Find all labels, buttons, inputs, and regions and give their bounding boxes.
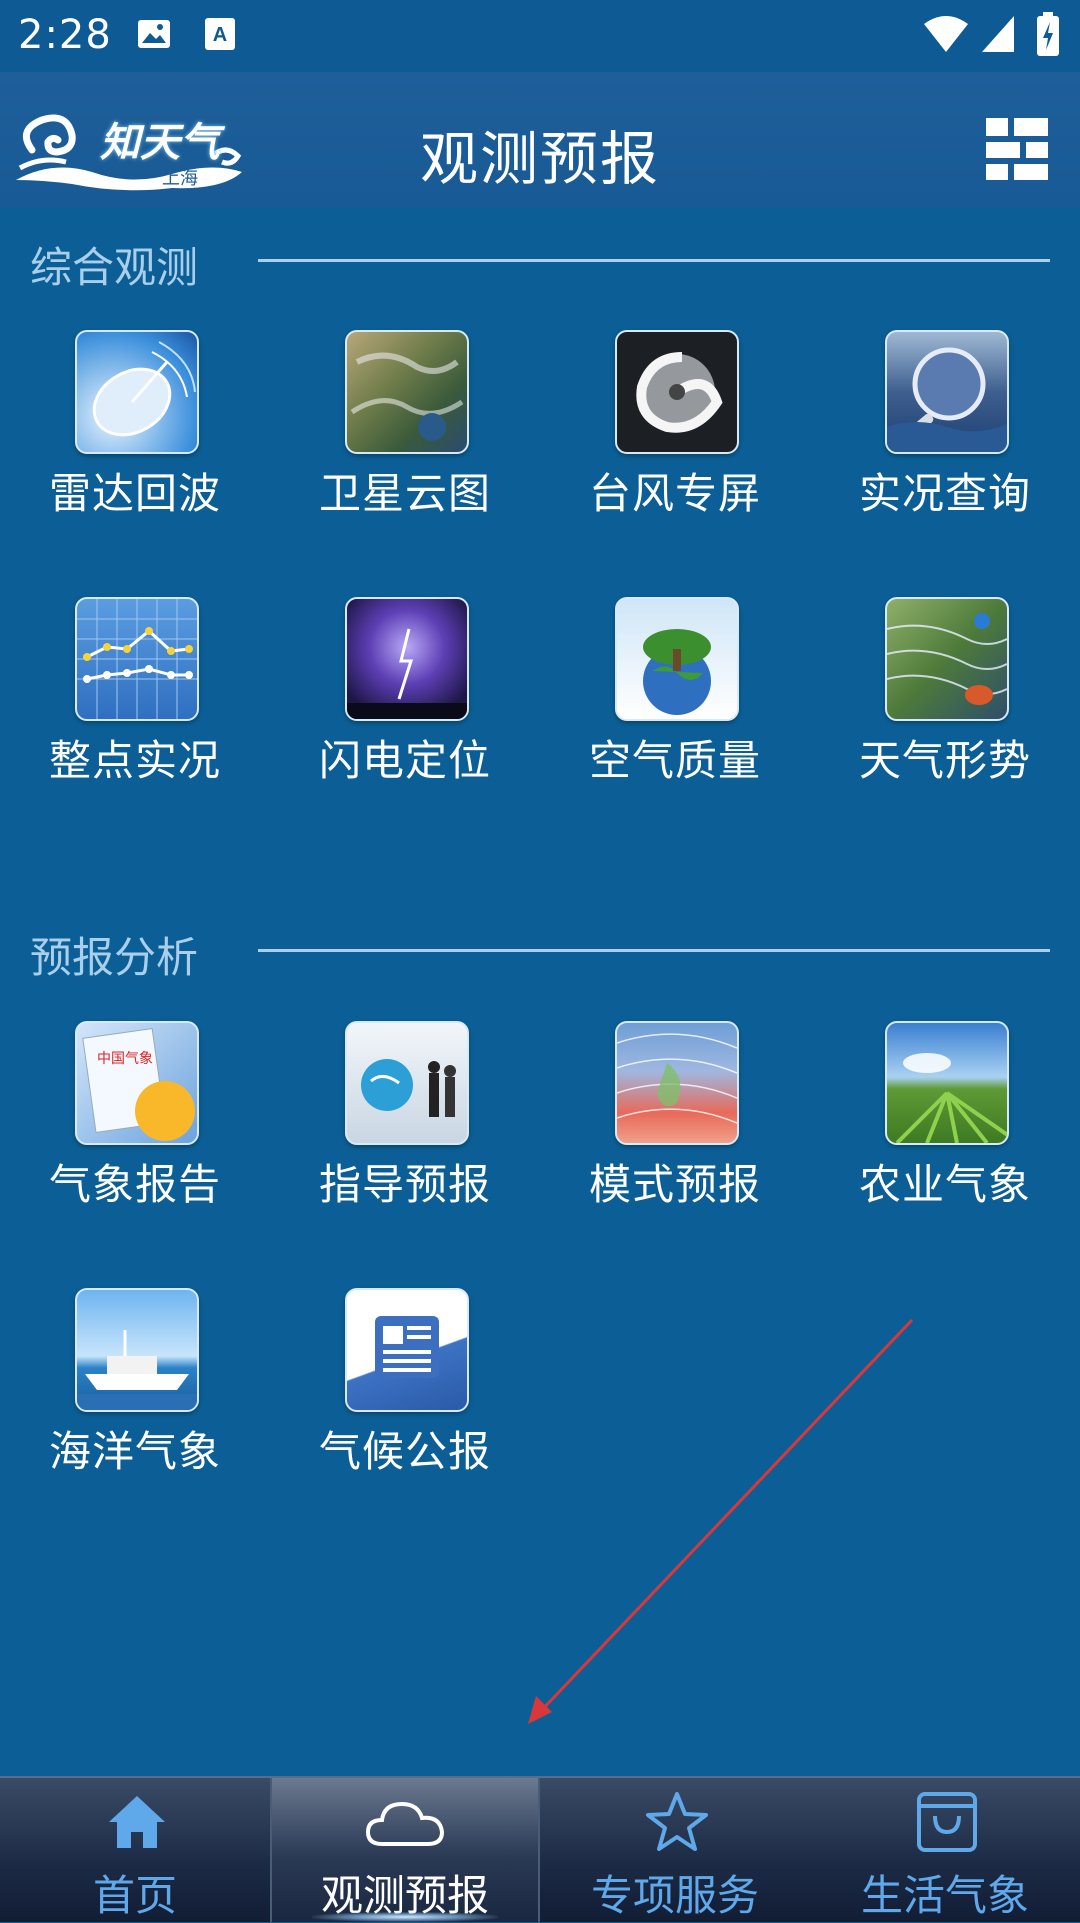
- svg-text:A: A: [213, 24, 227, 46]
- item-hourly-observation[interactable]: 整点实况: [0, 597, 270, 817]
- svg-text:中国气象: 中国气象: [97, 1051, 153, 1067]
- item-label: 实况查询: [858, 469, 1031, 518]
- nav-label: 专项服务: [590, 1871, 759, 1920]
- cloud-icon: [365, 1801, 445, 1846]
- section-divider: [258, 949, 1050, 952]
- grid-menu-icon-part: [1026, 142, 1048, 158]
- item-label: 农业气象: [858, 1160, 1031, 1209]
- item-weather-situation[interactable]: 天气形势: [810, 597, 1080, 817]
- nav-observation-forecast[interactable]: 观测预报: [272, 1778, 538, 1922]
- item-label: 闪电定位: [318, 736, 491, 785]
- section-title: 综合观测: [30, 243, 199, 292]
- farm-field-icon: [885, 1021, 1009, 1145]
- item-model-forecast[interactable]: 模式预报: [540, 1021, 810, 1241]
- nav-special-services[interactable]: 专项服务: [540, 1778, 810, 1922]
- item-label: 气候公报: [318, 1427, 491, 1476]
- item-label: 气象报告: [48, 1160, 221, 1209]
- line-chart-icon: [75, 597, 199, 721]
- report-icon: 中国气象: [75, 1021, 199, 1145]
- item-label: 海洋气象: [48, 1427, 221, 1476]
- section-header-forecast: 预报分析: [0, 924, 1080, 984]
- page-title: 观测预报: [419, 125, 660, 193]
- item-guidance-forecast[interactable]: 指导预报: [270, 1021, 540, 1241]
- weather-map-icon: [885, 597, 1009, 721]
- globe-people-icon: [345, 1021, 469, 1145]
- section-divider: [258, 259, 1050, 262]
- item-label: 台风专屏: [588, 469, 761, 518]
- item-lightning-location[interactable]: 闪电定位: [270, 597, 540, 817]
- nav-label: 首页: [92, 1871, 177, 1920]
- app-bar: 知天气 上海 观测预报: [0, 72, 1080, 208]
- status-bar: 2:28 A: [0, 0, 1080, 72]
- earth-tree-icon: [615, 597, 739, 721]
- grid-menu-button[interactable]: [986, 118, 1048, 180]
- item-agri-meteorology[interactable]: 农业气象: [810, 1021, 1080, 1241]
- bulletin-icon: [345, 1288, 469, 1412]
- battery-charging-icon: [1037, 12, 1059, 56]
- grid-menu-icon: [986, 118, 1008, 136]
- nav-label: 生活气象: [860, 1871, 1029, 1920]
- typhoon-icon: [615, 330, 739, 454]
- satellite-map-icon: [345, 330, 469, 454]
- section-header-observation: 综合观测: [0, 234, 1080, 294]
- model-map-icon: [615, 1021, 739, 1145]
- item-radar-echo[interactable]: 雷达回波: [0, 330, 270, 550]
- nav-home[interactable]: 首页: [0, 1778, 270, 1922]
- item-label: 卫星云图: [318, 469, 491, 518]
- ship-icon: [75, 1288, 199, 1412]
- item-label: 模式预报: [588, 1160, 761, 1209]
- nav-life-weather[interactable]: 生活气象: [810, 1778, 1080, 1922]
- image-notification-icon: [138, 20, 170, 48]
- cellular-signal-icon: [982, 16, 1014, 52]
- item-label: 雷达回波: [48, 469, 221, 518]
- item-typhoon-screen[interactable]: 台风专屏: [540, 330, 810, 550]
- grid-menu-icon-part: [986, 164, 1008, 180]
- item-satellite-cloud[interactable]: 卫星云图: [270, 330, 540, 550]
- item-air-quality[interactable]: 空气质量: [540, 597, 810, 817]
- lightning-icon: [345, 597, 469, 721]
- item-climate-bulletin[interactable]: 气候公报: [270, 1288, 540, 1508]
- item-label: 空气质量: [588, 736, 761, 785]
- nav-label: 观测预报: [320, 1871, 489, 1920]
- radar-dish-icon: [75, 330, 199, 454]
- item-weather-report[interactable]: 中国气象 气象报告: [0, 1021, 270, 1241]
- bottom-navigation: 首页 观测预报 专项服务 生活气象: [0, 1776, 1080, 1922]
- font-notification-icon: A: [205, 18, 235, 50]
- item-label: 整点实况: [48, 736, 221, 785]
- section-title: 预报分析: [30, 933, 199, 982]
- shopping-bag-icon: [917, 1792, 977, 1852]
- item-marine-meteorology[interactable]: 海洋气象: [0, 1288, 270, 1508]
- item-label: 指导预报: [318, 1160, 491, 1209]
- item-live-query[interactable]: 实况查询: [810, 330, 1080, 550]
- grid-menu-icon-part: [1014, 118, 1048, 136]
- wifi-icon: [924, 16, 968, 52]
- status-time: 2:28: [18, 12, 112, 58]
- star-icon: [646, 1792, 708, 1851]
- item-label: 天气形势: [858, 736, 1031, 785]
- grid-menu-icon-part: [986, 142, 1020, 158]
- home-icon: [109, 1796, 165, 1848]
- grid-menu-icon-part: [1014, 164, 1048, 180]
- magnifier-icon: [885, 330, 1009, 454]
